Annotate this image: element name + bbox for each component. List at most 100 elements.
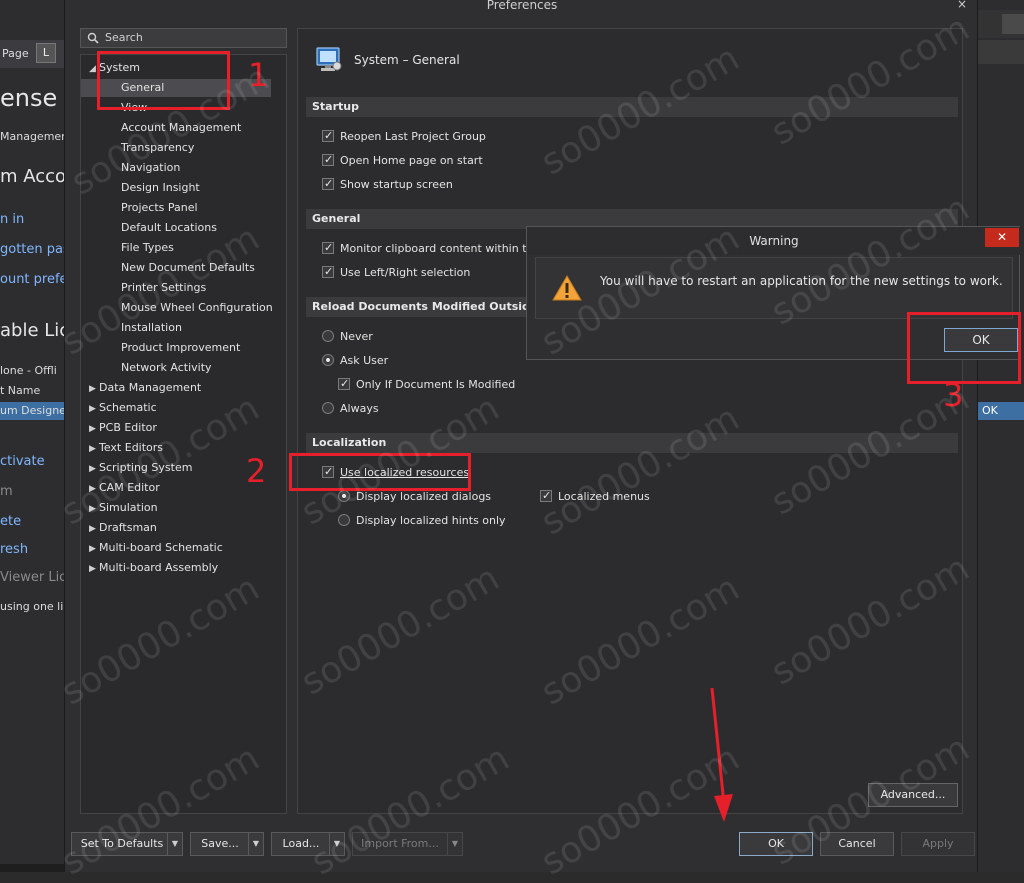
- opt-show-startup-screen[interactable]: Show startup screen: [322, 176, 453, 193]
- chevron-down-icon[interactable]: ▼: [329, 832, 345, 856]
- ok-button[interactable]: OK: [739, 832, 813, 856]
- tree-item-file-types[interactable]: File Types: [81, 239, 271, 257]
- checkbox-checked-icon[interactable]: [540, 488, 552, 504]
- chevron-right-icon[interactable]: ▶: [89, 440, 99, 458]
- chevron-down-icon[interactable]: ▼: [167, 832, 183, 856]
- tree-item-multi-board-assembly[interactable]: ▶ Multi-board Assembly: [81, 559, 286, 577]
- tree-item-label: Mouse Wheel Configuration: [121, 301, 273, 314]
- search-input[interactable]: Search: [80, 28, 287, 48]
- tree-item-label: Default Locations: [121, 221, 217, 234]
- tree-item-default-locations[interactable]: Default Locations: [81, 219, 271, 237]
- tree-item-draftsman[interactable]: ▶ Draftsman: [81, 519, 286, 537]
- tree-item-pcb-editor[interactable]: ▶ PCB Editor: [81, 419, 286, 437]
- bg-line[interactable]: ctivate: [0, 454, 45, 469]
- bg-close-icon[interactable]: [1002, 14, 1024, 34]
- checkbox-checked-icon[interactable]: [322, 240, 334, 256]
- checkbox-checked-icon[interactable]: [322, 152, 334, 168]
- bg-tab-label[interactable]: Page: [2, 47, 29, 60]
- radio-off-icon[interactable]: [322, 402, 334, 414]
- close-icon[interactable]: ✕: [985, 228, 1019, 247]
- checkbox-checked-icon[interactable]: [322, 176, 334, 192]
- opt-open-home-page[interactable]: Open Home page on start: [322, 152, 483, 169]
- load-button[interactable]: Load...: [271, 832, 331, 856]
- chevron-right-icon[interactable]: ▶: [89, 560, 99, 578]
- annotation-box-1: [97, 51, 230, 110]
- chevron-right-icon[interactable]: ▶: [89, 520, 99, 538]
- opt-label: Show startup screen: [340, 178, 453, 191]
- radio-off-icon[interactable]: [338, 514, 350, 526]
- radio-always[interactable]: Always: [322, 401, 379, 417]
- tree-item-label: Product Improvement: [121, 341, 241, 354]
- opt-localized-menus[interactable]: Localized menus: [540, 488, 650, 505]
- bg-line: m Accou: [0, 166, 64, 187]
- bg-line[interactable]: ount prefer: [0, 272, 64, 287]
- annotation-box-2: [289, 453, 471, 491]
- radio-display-localized-dialogs[interactable]: Display localized dialogs: [338, 489, 491, 505]
- tree-item-projects-panel[interactable]: Projects Panel: [81, 199, 271, 217]
- chevron-down-icon[interactable]: ▼: [248, 832, 264, 856]
- tree-item-simulation[interactable]: ▶ Simulation: [81, 499, 286, 517]
- tree-item-label: Printer Settings: [121, 281, 207, 294]
- radio-off-icon[interactable]: [322, 330, 334, 342]
- cancel-button[interactable]: Cancel: [820, 832, 894, 856]
- opt-label: Reopen Last Project Group: [340, 130, 486, 143]
- preferences-tree: ◢ System General View Account Management Tran…: [80, 54, 287, 814]
- radio-ask-user[interactable]: Ask User: [322, 353, 388, 369]
- import-from-button[interactable]: Import From...: [352, 832, 448, 856]
- opt-only-if-modified[interactable]: Only If Document Is Modified: [338, 376, 515, 393]
- radio-display-localized-hints[interactable]: Display localized hints only: [338, 513, 506, 529]
- chevron-right-icon[interactable]: ▶: [89, 400, 99, 418]
- chevron-right-icon[interactable]: ▶: [89, 380, 99, 398]
- checkbox-checked-icon[interactable]: [322, 128, 334, 144]
- bg-line[interactable]: resh: [0, 542, 28, 557]
- search-placeholder: Search: [105, 31, 143, 44]
- preferences-dialog: Preferences × Search ◢ System General View A…: [64, 0, 978, 872]
- tree-item-printer-settings[interactable]: Printer Settings: [81, 279, 271, 297]
- opt-label: Always: [340, 402, 379, 415]
- radio-on-icon[interactable]: [322, 354, 334, 366]
- checkbox-checked-icon[interactable]: [338, 376, 350, 392]
- opt-label: Ask User: [340, 354, 389, 367]
- annotation-arrow: [710, 687, 733, 822]
- bg-line[interactable]: n in: [0, 212, 24, 227]
- tree-item-label: Network Activity: [121, 361, 212, 374]
- bg-line[interactable]: ete: [0, 514, 21, 529]
- chevron-right-icon[interactable]: ▶: [89, 480, 99, 498]
- close-icon[interactable]: ×: [949, 0, 975, 10]
- radio-on-icon[interactable]: [338, 490, 350, 502]
- tree-item-data-management[interactable]: ▶ Data Management: [81, 379, 286, 397]
- tree-item-new-document-defaults[interactable]: New Document Defaults: [81, 259, 271, 277]
- apply-button[interactable]: Apply: [901, 832, 975, 856]
- advanced-button[interactable]: Advanced...: [868, 783, 958, 807]
- set-to-defaults-button[interactable]: Set To Defaults: [71, 832, 173, 856]
- chevron-right-icon[interactable]: ▶: [89, 420, 99, 438]
- page-title: System – General: [354, 53, 460, 67]
- bg-line: able Lic: [0, 320, 64, 341]
- tree-item-label: New Document Defaults: [121, 261, 255, 274]
- opt-left-right-selection[interactable]: Use Left/Right selection: [322, 264, 470, 281]
- bg-line[interactable]: gotten pass: [0, 242, 64, 257]
- checkbox-checked-icon[interactable]: [322, 264, 334, 280]
- opt-label: Never: [340, 330, 373, 343]
- tree-item-schematic[interactable]: ▶ Schematic: [81, 399, 286, 417]
- tree-item-navigation[interactable]: Navigation: [81, 159, 271, 177]
- tree-item-installation[interactable]: Installation: [81, 319, 271, 337]
- chevron-down-icon[interactable]: ▼: [447, 832, 463, 856]
- tree-item-design-insight[interactable]: Design Insight: [81, 179, 271, 197]
- tree-item-label: Text Editors: [99, 441, 164, 454]
- save-button[interactable]: Save...: [190, 832, 250, 856]
- tree-item-account-management[interactable]: Account Management: [81, 119, 271, 137]
- opt-monitor-clipboard[interactable]: Monitor clipboard content within th: [322, 240, 533, 257]
- tree-item-network-activity[interactable]: Network Activity: [81, 359, 271, 377]
- chevron-right-icon[interactable]: ▶: [89, 540, 99, 558]
- tree-item-transparency[interactable]: Transparency: [81, 139, 271, 157]
- opt-reopen-last-project[interactable]: Reopen Last Project Group: [322, 128, 486, 145]
- tree-item-multi-board-schematic[interactable]: ▶ Multi-board Schematic: [81, 539, 286, 557]
- bg-line: t Name: [0, 384, 41, 397]
- radio-never[interactable]: Never: [322, 329, 373, 345]
- chevron-right-icon[interactable]: ▶: [89, 500, 99, 518]
- key-icon[interactable]: L: [36, 43, 56, 63]
- tree-item-mouse-wheel-configuration[interactable]: Mouse Wheel Configuration: [81, 299, 273, 317]
- tree-item-product-improvement[interactable]: Product Improvement: [81, 339, 271, 357]
- chevron-right-icon[interactable]: ▶: [89, 460, 99, 478]
